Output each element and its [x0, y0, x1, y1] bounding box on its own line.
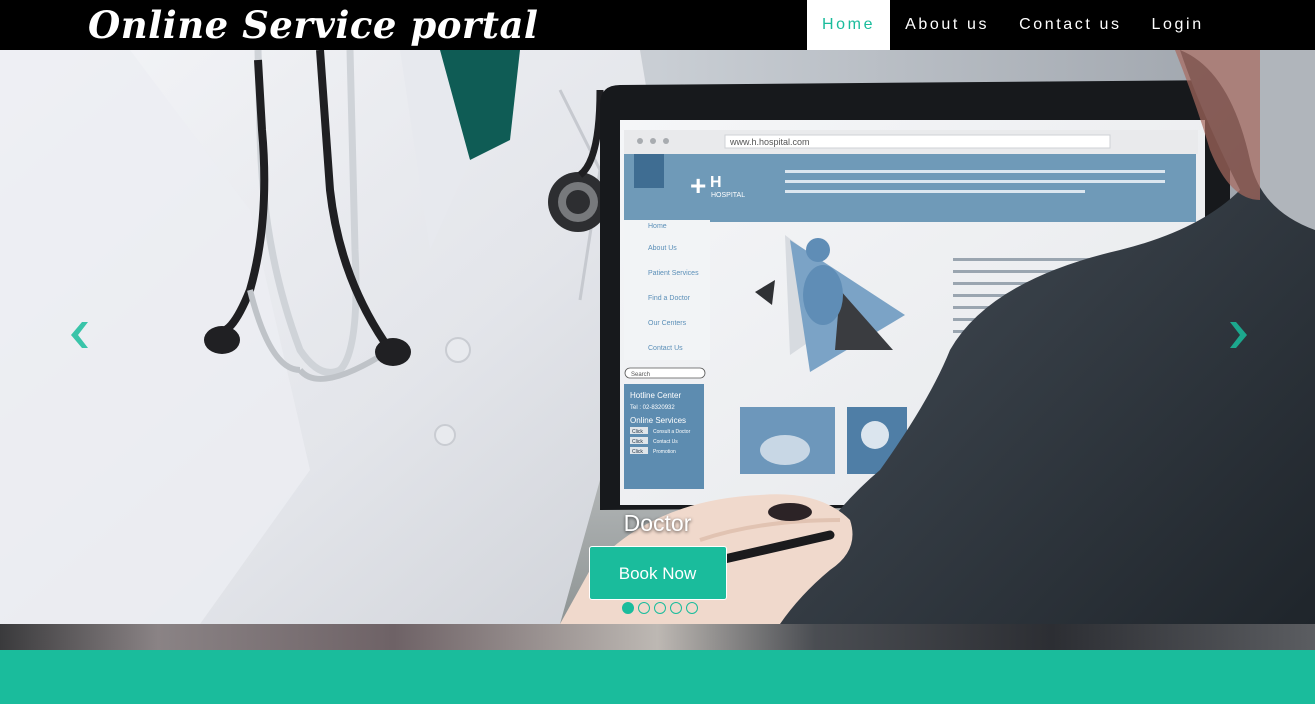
site-title[interactable]: Online Service portal [88, 1, 539, 49]
chevron-right-icon [1230, 322, 1247, 348]
laptop-logo: H [710, 174, 722, 191]
laptop-menu-contact: Contact Us [648, 345, 683, 352]
laptop-service-consult: Consult a Doctor [653, 429, 691, 435]
svg-text:+: + [690, 170, 706, 201]
nav-item-login[interactable]: Login [1137, 0, 1219, 50]
svg-text:Click: Click [632, 449, 643, 455]
laptop-url-text: www.h.hospital.com [729, 137, 810, 147]
hero-carousel: www.h.hospital.com + H HOSPITAL Home Abo… [0, 50, 1315, 624]
svg-text:Click: Click [632, 429, 643, 435]
carousel-indicator-1[interactable] [622, 602, 634, 614]
nav-item-about-us[interactable]: About us [890, 0, 1004, 50]
laptop-hotline-title: Hotline Center [630, 391, 681, 400]
image-strip [0, 624, 1315, 650]
nav-item-home[interactable]: Home [807, 0, 891, 50]
top-navbar: Online Service portal Home About us Cont… [0, 0, 1315, 50]
carousel-indicator-3[interactable] [654, 602, 666, 614]
carousel-indicators [0, 602, 1315, 614]
laptop-menu-patient: Patient Services [648, 270, 699, 277]
laptop-menu-centers: Our Centers [648, 320, 687, 327]
carousel-indicator-2[interactable] [638, 602, 650, 614]
laptop-service-contact: Contact Us [653, 439, 678, 445]
laptop-menu-about: About Us [648, 245, 677, 252]
chevron-left-icon [71, 322, 88, 348]
svg-text:Click: Click [632, 439, 643, 445]
carousel-next-button[interactable] [1222, 318, 1252, 352]
caption-title: Doctor [623, 510, 692, 536]
carousel-indicator-5[interactable] [686, 602, 698, 614]
carousel-prev-button[interactable] [66, 318, 96, 352]
laptop-services-title: Online Services [630, 416, 686, 425]
laptop-menu-doctor: Find a Doctor [648, 295, 691, 302]
carousel-indicator-4[interactable] [670, 602, 682, 614]
laptop-menu-home: Home [648, 223, 667, 230]
book-now-button[interactable]: Book Now [588, 546, 727, 600]
nav-menu: Home About us Contact us Login [807, 0, 1219, 50]
laptop-service-promotion: Promotion [653, 449, 676, 455]
carousel-caption: Doctor Book Now [0, 508, 1315, 600]
laptop-logo-sub: HOSPITAL [711, 192, 745, 199]
laptop-search-label: Search [631, 372, 650, 378]
laptop-hotline-tel: Tel : 02-8320932 [630, 405, 675, 411]
teal-section-band [0, 650, 1315, 704]
nav-item-contact-us[interactable]: Contact us [1004, 0, 1136, 50]
